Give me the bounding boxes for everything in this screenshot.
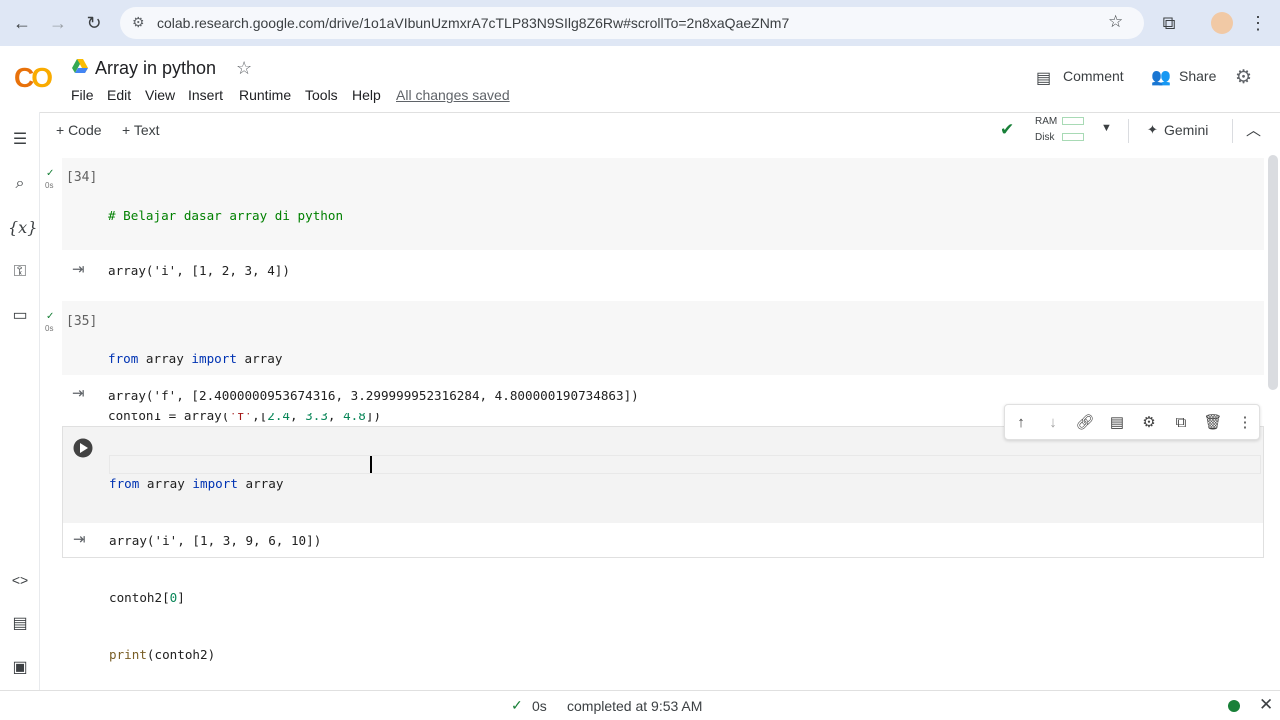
gemini-icon[interactable]: ✦: [1147, 122, 1158, 138]
output-icon[interactable]: ⇥: [72, 384, 85, 402]
ram-meter[interactable]: [1062, 117, 1084, 125]
menu-view[interactable]: View: [145, 87, 175, 103]
code-editor[interactable]: from array import array contoh2 = array(…: [63, 427, 1263, 662]
status-exec-time: 0s: [532, 698, 547, 714]
menu-runtime[interactable]: Runtime: [239, 87, 291, 103]
code-line: print(contoh2): [109, 647, 216, 662]
link-icon[interactable]: 🔗︎: [1074, 412, 1096, 434]
cell-prompt: [34]: [66, 170, 98, 185]
menu-help[interactable]: Help: [352, 87, 381, 103]
drive-icon[interactable]: [72, 59, 88, 73]
move-up-icon[interactable]: ↑: [1010, 412, 1032, 434]
cell-output: ⇥ array('i', [1, 3, 9, 6, 10]): [63, 523, 1263, 557]
menu-insert[interactable]: Insert: [188, 87, 223, 103]
site-info-icon[interactable]: ⚙: [132, 14, 145, 31]
code-line: contoh2[0]: [109, 590, 185, 605]
extensions-icon[interactable]: ⧉: [1157, 11, 1181, 35]
share-button[interactable]: Share: [1179, 68, 1216, 84]
secrets-key-icon[interactable]: ⚿: [8, 260, 32, 284]
forward-icon[interactable]: →: [46, 11, 70, 35]
settings-gear-icon[interactable]: ⚙: [1235, 66, 1252, 89]
output-icon[interactable]: ⇥: [72, 260, 85, 278]
cell-prompt: [35]: [66, 314, 98, 329]
notebook-toolbar: + Code + Text ✔ RAM Disk ▼ ✦ Gemini ︿: [40, 112, 1280, 150]
move-down-icon[interactable]: ↓: [1042, 412, 1064, 434]
address-bar[interactable]: ⚙ colab.research.google.com/drive/1o1aVI…: [120, 7, 1144, 39]
code-cell[interactable]: ✓ 0s [34] # Belajar dasar array di pytho…: [45, 158, 1264, 394]
table-of-contents-icon[interactable]: ☰: [8, 128, 32, 152]
ram-label: RAM: [1035, 116, 1058, 127]
cell-output: ⇥ array('i', [1, 2, 3, 4]): [62, 250, 1264, 290]
files-folder-icon[interactable]: ▭: [8, 304, 32, 328]
code-line: from array import array: [108, 351, 283, 366]
code-editor[interactable]: ✓ 0s [35] from array import array contoh…: [45, 301, 1264, 480]
browser-bar: ← → ↻ ⚙ colab.research.google.com/drive/…: [0, 0, 1280, 46]
run-cell-play-icon[interactable]: [73, 438, 93, 458]
left-sidebar: ☰ ⌕ {x} ⚿ ▭ <> ▤ ▣: [0, 112, 40, 690]
text-cursor: [370, 456, 372, 473]
save-status[interactable]: All changes saved: [396, 87, 510, 103]
back-icon[interactable]: ←: [10, 11, 34, 35]
menu-tools[interactable]: Tools: [305, 87, 338, 103]
profile-avatar[interactable]: [1211, 12, 1233, 34]
add-text-button[interactable]: + Text: [122, 122, 160, 138]
variables-icon[interactable]: {x}: [8, 216, 37, 240]
code-cell-focused[interactable]: from array import array contoh2 = array(…: [62, 426, 1264, 662]
disk-meter[interactable]: [1062, 133, 1084, 141]
search-icon[interactable]: ⌕: [8, 172, 32, 196]
notebook-title[interactable]: Array in python: [95, 58, 216, 79]
terminal-icon[interactable]: ▣: [8, 656, 32, 680]
cell-settings-icon[interactable]: ⚙: [1138, 412, 1160, 434]
comment-icon[interactable]: ▤: [1036, 68, 1051, 88]
connected-check-icon: ✔: [1000, 120, 1015, 139]
close-status-icon[interactable]: ✕: [1259, 695, 1273, 715]
run-check-icon: ✓: [46, 311, 55, 322]
output-icon[interactable]: ⇥: [73, 530, 86, 548]
menu-file[interactable]: File: [71, 87, 94, 103]
gemini-button[interactable]: Gemini: [1164, 122, 1208, 138]
comment-cell-icon[interactable]: ▤: [1106, 412, 1128, 434]
status-check-icon: ✓: [511, 697, 523, 713]
scrollbar[interactable]: [1268, 155, 1278, 390]
cell-toolbar: ↑ ↓ 🔗︎ ▤ ⚙ ⧉ 🗑︎ ⋮: [1004, 404, 1260, 440]
delete-cell-icon[interactable]: 🗑︎: [1202, 412, 1224, 434]
url-text: colab.research.google.com/drive/1o1aVIbu…: [157, 15, 790, 31]
status-completed-text[interactable]: completed at 9:53 AM: [567, 698, 702, 714]
run-check-icon: ✓: [46, 168, 55, 179]
command-palette-icon[interactable]: ▤: [8, 612, 32, 636]
code-snippets-icon[interactable]: <>: [8, 568, 32, 592]
reload-icon[interactable]: ↻: [82, 11, 106, 35]
code-cell[interactable]: ✓ 0s [35] from array import array contoh…: [45, 301, 1264, 480]
collapse-header-icon[interactable]: ︿: [1246, 119, 1261, 140]
run-time: 0s: [45, 181, 54, 190]
comment-button[interactable]: Comment: [1063, 68, 1124, 84]
disk-label: Disk: [1035, 132, 1055, 143]
code-line-comment: # Belajar dasar array di python: [108, 208, 344, 223]
colab-logo[interactable]: CO: [14, 62, 53, 94]
colab-header: CO Array in python ☆ File Edit View Inse…: [0, 46, 1280, 112]
code-line: from array import array: [109, 476, 284, 491]
browser-menu-icon[interactable]: ⋮: [1246, 11, 1270, 35]
share-icon[interactable]: 👥: [1151, 67, 1171, 87]
runtime-dropdown-icon[interactable]: ▼: [1101, 122, 1112, 134]
more-actions-icon[interactable]: ⋮: [1234, 412, 1256, 434]
status-bar: ✓ 0s completed at 9:53 AM ✕: [0, 690, 1280, 720]
toolbar-divider: [1232, 119, 1233, 143]
menu-edit[interactable]: Edit: [107, 87, 131, 103]
toolbar-divider: [1128, 119, 1129, 143]
code-text[interactable]: from array import array contoh2 = array(…: [109, 436, 390, 702]
star-icon[interactable]: ☆: [236, 58, 252, 79]
output-text: array('f', [2.4000000953674316, 3.299999…: [108, 388, 639, 403]
connection-status-dot: [1228, 700, 1240, 712]
bookmark-star-icon[interactable]: ☆: [1108, 12, 1123, 32]
output-text: array('i', [1, 2, 3, 4]): [108, 263, 290, 278]
mirror-cell-icon[interactable]: ⧉: [1170, 412, 1192, 434]
output-text: array('i', [1, 3, 9, 6, 10]): [109, 533, 322, 548]
code-editor[interactable]: ✓ 0s [34] # Belajar dasar array di pytho…: [45, 158, 1264, 394]
add-code-button[interactable]: + Code: [56, 122, 102, 138]
run-time: 0s: [45, 324, 54, 333]
